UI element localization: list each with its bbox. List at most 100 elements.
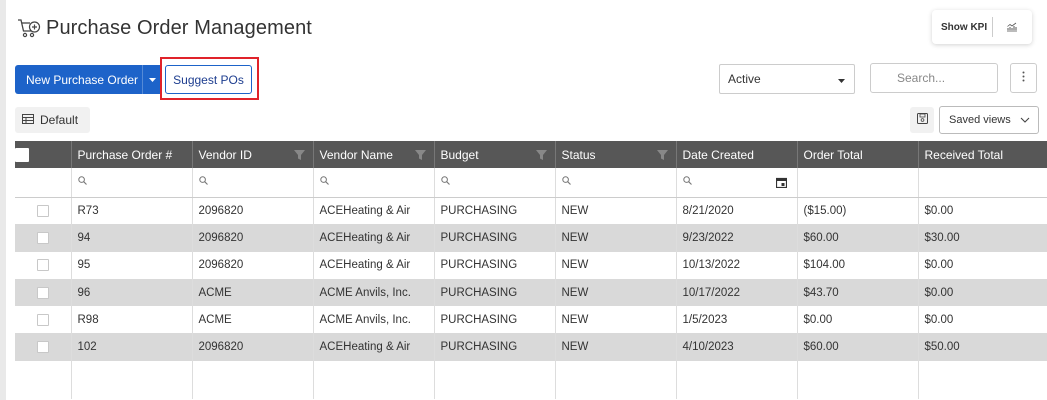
column-header-vendor-name[interactable]: Vendor Name xyxy=(313,141,435,168)
table-row[interactable]: R98 ACME ACME Anvils, Inc. PURCHASING NEW 1/5… xyxy=(15,306,1047,334)
table-body: R73 2096820 ACEHeating & Air PURCHASING NEW 8… xyxy=(15,197,1047,399)
status-cell: NEW xyxy=(555,278,677,307)
suggest-pos-button[interactable]: Suggest POs xyxy=(165,65,252,94)
column-label: Order Total xyxy=(803,147,863,162)
table-row[interactable]: R73 2096820 ACEHeating & Air PURCHASING NEW 8… xyxy=(15,197,1047,225)
column-header-po-number[interactable]: Purchase Order # xyxy=(71,141,193,168)
show-kpi-label: Show KPI xyxy=(941,21,988,33)
row-checkbox[interactable] xyxy=(36,286,49,299)
select-all-cell xyxy=(15,141,72,168)
vendor-id-cell: 2096820 xyxy=(192,197,314,225)
purchase-orders-table: Purchase Order # Vendor ID Vendor Name B… xyxy=(15,141,1047,399)
row-checkbox[interactable] xyxy=(36,313,49,326)
column-label: Received Total xyxy=(924,147,1004,162)
vendor-name-cell: ACME Anvils, Inc. xyxy=(313,278,435,307)
status-filter[interactable] xyxy=(555,168,677,198)
page-header: Purchase Order Management xyxy=(17,14,312,42)
column-header-date-created[interactable]: Date Created xyxy=(676,141,798,168)
row-checkbox[interactable] xyxy=(36,204,49,217)
vendor-id-cell: 2096820 xyxy=(192,333,314,361)
search-icon xyxy=(561,176,571,188)
chevron-down-icon xyxy=(1020,114,1030,126)
status-filter-value: Active xyxy=(728,72,761,86)
po-number-cell[interactable]: R98 xyxy=(71,306,193,334)
column-label: Vendor ID xyxy=(198,147,252,162)
table-row[interactable]: 94 2096820 ACEHeating & Air PURCHASING NEW 9/… xyxy=(15,224,1047,252)
column-label: Status xyxy=(561,147,596,162)
po-number-filter[interactable] xyxy=(71,168,193,198)
filter-icon[interactable] xyxy=(414,149,426,163)
filter-icon[interactable] xyxy=(656,149,668,163)
date-created-cell: 10/13/2022 xyxy=(676,251,798,279)
status-filter-select[interactable]: Active xyxy=(719,64,855,94)
order-total-cell: $43.70 xyxy=(797,278,919,307)
column-header-budget[interactable]: Budget xyxy=(434,141,556,168)
column-label: Date Created xyxy=(682,147,754,162)
table-row[interactable]: 96 ACME ACME Anvils, Inc. PURCHASING NEW 10/1… xyxy=(15,278,1047,307)
more-options-button[interactable] xyxy=(1010,63,1037,93)
show-kpi-button[interactable]: Show KPI xyxy=(932,10,1032,44)
filter-icon[interactable] xyxy=(535,149,547,163)
vendor-id-cell: ACME xyxy=(192,306,314,334)
chevron-down-icon[interactable] xyxy=(142,65,162,94)
date-created-filter[interactable] xyxy=(676,168,798,198)
received-total-cell: $50.00 xyxy=(918,333,1047,361)
vendor-name-cell: ACME Anvils, Inc. xyxy=(313,306,435,334)
date-created-cell: 10/17/2022 xyxy=(676,278,798,307)
status-cell: NEW xyxy=(555,306,677,334)
vendor-name-filter[interactable] xyxy=(313,168,435,198)
received-total-cell: $0.00 xyxy=(918,251,1047,279)
po-number-cell[interactable]: 95 xyxy=(71,251,193,279)
budget-cell: PURCHASING xyxy=(434,251,556,279)
budget-cell: PURCHASING xyxy=(434,224,556,252)
calendar-icon[interactable] xyxy=(775,177,787,191)
page-title: Purchase Order Management xyxy=(46,16,312,39)
empty-cell xyxy=(15,360,72,399)
save-icon xyxy=(916,111,928,129)
save-view-button[interactable] xyxy=(910,107,934,133)
saved-views-select[interactable]: Saved views xyxy=(939,106,1039,134)
default-view-button[interactable]: Default xyxy=(15,107,90,133)
order-total-cell: $60.00 xyxy=(797,224,919,252)
empty-cell xyxy=(434,360,556,399)
column-label: Purchase Order # xyxy=(77,147,173,162)
row-checkbox[interactable] xyxy=(36,341,49,354)
row-checkbox[interactable] xyxy=(36,259,49,272)
column-label: Vendor Name xyxy=(319,147,393,162)
select-all-checkbox[interactable] xyxy=(15,147,29,162)
search-icon xyxy=(77,176,87,188)
column-header-order-total[interactable]: Order Total xyxy=(797,141,919,168)
row-select-cell xyxy=(15,197,72,225)
po-number-cell[interactable]: 102 xyxy=(71,333,193,361)
po-number-cell[interactable]: R73 xyxy=(71,197,193,225)
search-input[interactable] xyxy=(870,63,998,93)
status-cell: NEW xyxy=(555,224,677,252)
budget-cell: PURCHASING xyxy=(434,333,556,361)
empty-cell xyxy=(676,360,798,399)
column-header-status[interactable]: Status xyxy=(555,141,677,168)
table-row[interactable]: 102 2096820 ACEHeating & Air PURCHASING NEW 4… xyxy=(15,333,1047,361)
budget-filter[interactable] xyxy=(434,168,556,198)
empty-row xyxy=(15,360,1047,399)
new-purchase-order-label: New Purchase Order xyxy=(26,72,139,87)
budget-cell: PURCHASING xyxy=(434,306,556,334)
vendor-id-cell: 2096820 xyxy=(192,251,314,279)
empty-cell xyxy=(797,360,919,399)
po-number-cell[interactable]: 94 xyxy=(71,224,193,252)
new-purchase-order-button[interactable]: New Purchase Order xyxy=(15,65,162,94)
column-header-vendor-id[interactable]: Vendor ID xyxy=(192,141,314,168)
table-row[interactable]: 95 2096820 ACEHeating & Air PURCHASING NEW 10… xyxy=(15,251,1047,279)
more-vertical-icon xyxy=(1022,69,1025,87)
row-checkbox[interactable] xyxy=(36,231,49,244)
po-number-cell[interactable]: 96 xyxy=(71,278,193,307)
empty-cell xyxy=(555,360,677,399)
filter-cell-empty xyxy=(15,168,72,198)
left-edge-strip xyxy=(0,0,6,400)
filter-icon[interactable] xyxy=(293,149,305,163)
table-icon xyxy=(22,113,34,127)
column-header-received-total[interactable]: Received Total xyxy=(918,141,1047,168)
vendor-id-filter[interactable] xyxy=(192,168,314,198)
search-icon xyxy=(319,176,329,188)
vendor-id-cell: 2096820 xyxy=(192,224,314,252)
row-select-cell xyxy=(15,278,72,307)
